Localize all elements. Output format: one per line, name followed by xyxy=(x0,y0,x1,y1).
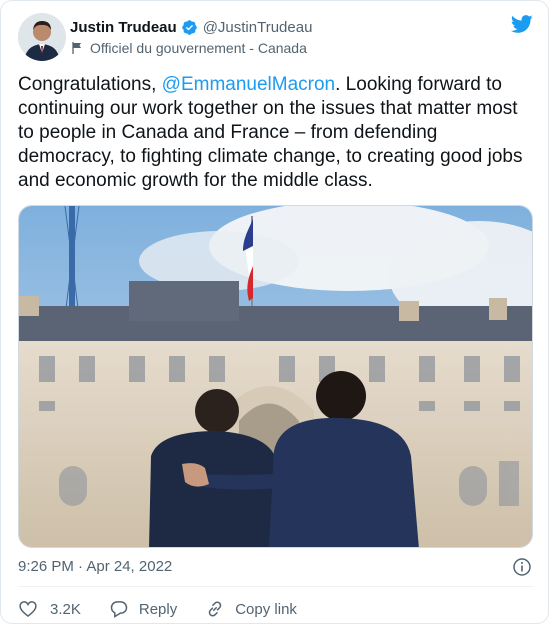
tweet-text-start: Congratulations, xyxy=(18,74,162,95)
reply-bubble-icon xyxy=(110,601,128,618)
flag-icon xyxy=(70,41,84,55)
affiliation-row: Officiel du gouvernement - Canada xyxy=(70,39,312,57)
twitter-bird-icon[interactable] xyxy=(510,13,534,35)
tweet-header: Justin Trudeau @JustinTrudeau Officiel d… xyxy=(18,13,534,63)
reply-button[interactable]: Reply xyxy=(109,599,177,619)
heart-icon xyxy=(19,601,37,618)
like-button[interactable]: 3.2K xyxy=(18,599,81,619)
like-count: 3.2K xyxy=(50,600,81,618)
tweet-photo[interactable] xyxy=(18,205,533,548)
author-display-name[interactable]: Justin Trudeau xyxy=(70,19,177,36)
name-row: Justin Trudeau @JustinTrudeau xyxy=(70,17,312,37)
action-bar: 3.2K Reply Copy link xyxy=(18,597,325,621)
tweet-text: Congratulations, @EmmanuelMacron. Lookin… xyxy=(18,73,533,193)
copy-link-label: Copy link xyxy=(235,600,297,618)
copy-link-button[interactable]: Copy link xyxy=(205,599,297,619)
government-label: Officiel du gouvernement - Canada xyxy=(90,40,307,56)
tweet-card: Justin Trudeau @JustinTrudeau Officiel d… xyxy=(0,0,549,624)
link-icon xyxy=(208,601,222,617)
divider xyxy=(18,586,534,587)
mention-link[interactable]: @EmmanuelMacron xyxy=(162,74,335,95)
author-handle[interactable]: @JustinTrudeau xyxy=(203,19,313,36)
reply-label: Reply xyxy=(138,600,178,618)
info-icon[interactable] xyxy=(512,557,532,577)
author-names: Justin Trudeau @JustinTrudeau Officiel d… xyxy=(70,17,312,57)
author-avatar[interactable] xyxy=(18,13,66,61)
tweet-timestamp[interactable]: 9:26 PM · Apr 24, 2022 xyxy=(18,558,172,575)
verified-badge-icon xyxy=(181,19,198,36)
